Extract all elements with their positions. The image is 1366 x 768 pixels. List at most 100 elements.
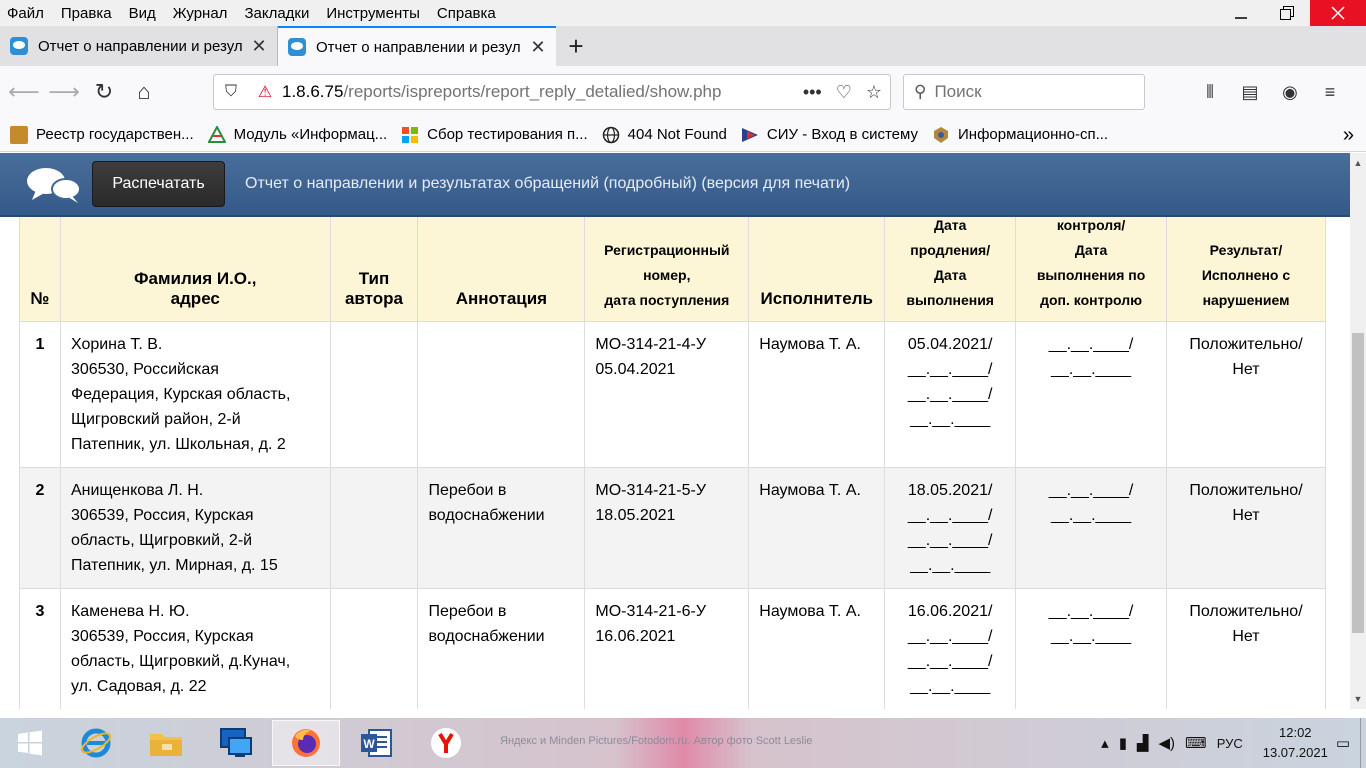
search-input[interactable]: ⚲ Поиск <box>903 74 1145 110</box>
cell-author-type <box>329 467 419 589</box>
bookmark-registry[interactable]: Реестр государствен... <box>10 125 194 144</box>
firefox-icon[interactable] <box>272 720 340 766</box>
yandex-browser-icon[interactable] <box>412 720 480 766</box>
pocket-icon[interactable]: ♡ <box>836 82 852 103</box>
windows-start-icon[interactable] <box>0 720 60 766</box>
bookmark-star-icon[interactable]: ☆ <box>866 82 882 103</box>
bookmark-module[interactable]: Модуль «Информац... <box>207 125 387 144</box>
sidebar-icon[interactable]: ▤ <box>1230 76 1270 108</box>
clock[interactable]: 12:02 13.07.2021 <box>1263 723 1328 763</box>
cell-author-type <box>329 588 419 709</box>
bookmark-label: СИУ - Вход в систему <box>766 126 919 143</box>
header-name: Фамилия И.О., адрес <box>59 217 331 322</box>
url-path: /reports/ispreports/report_reply_detalie… <box>343 82 722 101</box>
scroll-thumb[interactable] <box>1352 333 1364 633</box>
menu-help[interactable]: Справка <box>429 5 505 22</box>
shield-icon[interactable]: ⛉ <box>214 83 248 101</box>
tab-title: Отчет о направлении и резул <box>38 37 243 55</box>
report-content: № Фамилия И.О., адрес Тип автора Аннотация… <box>0 217 1350 709</box>
menu-file[interactable]: Файл <box>0 5 53 22</box>
scroll-up-icon[interactable]: ▲ <box>1350 155 1366 171</box>
close-tab-icon[interactable]: ✕ <box>249 36 269 57</box>
scroll-down-icon[interactable]: ▼ <box>1350 691 1366 707</box>
chat-bubbles-icon <box>27 168 81 203</box>
menu-view[interactable]: Вид <box>121 5 165 22</box>
bookmark-404[interactable]: 404 Not Found <box>602 126 727 144</box>
menu-history[interactable]: Журнал <box>165 5 237 22</box>
reload-icon[interactable]: ↻ <box>84 72 124 112</box>
bookmark-siu[interactable]: СИУ - Вход в систему <box>741 126 918 144</box>
insecure-lock-icon[interactable]: ⚠ <box>248 82 282 102</box>
bookmark-label: Сбор тестирования п... <box>427 126 588 143</box>
header-author-type: Тип автора <box>329 217 419 322</box>
home-icon[interactable]: ⌂ <box>124 72 164 112</box>
cell-dates: 05.04.2021/__.__.____/__.__.____/__.__._… <box>884 321 1017 468</box>
close-tab-icon[interactable]: ✕ <box>528 37 548 58</box>
internet-explorer-icon[interactable] <box>62 720 130 766</box>
back-arrow-icon[interactable]: ⟵ <box>4 72 44 112</box>
table-header-row: № Фамилия И.О., адрес Тип автора Аннотация… <box>19 217 1326 322</box>
remote-desktop-icon[interactable] <box>202 720 270 766</box>
cell-registration: МО-314-21-5-У 18.05.2021 <box>584 467 750 589</box>
table-row: 2 Анищенкова Л. Н. 306539, Россия, Курска… <box>19 467 1326 589</box>
url-actions: ••• ♡ ☆ <box>803 82 882 103</box>
menu-edit[interactable]: Правка <box>53 5 121 22</box>
chevron-overflow-icon[interactable]: » <box>1343 124 1354 147</box>
account-icon[interactable]: ◉ <box>1270 76 1310 108</box>
cell-control: __.__.____/__.__.____ <box>1015 467 1167 589</box>
restore-icon[interactable] <box>1264 0 1310 26</box>
cell-control: __.__.____/__.__.____ <box>1015 588 1167 709</box>
input-language[interactable]: РУС <box>1217 736 1243 751</box>
registry-icon <box>10 125 28 144</box>
header-executor: Исполнитель <box>748 217 886 322</box>
cell-registration: МО-314-21-4-У 05.04.2021 <box>584 321 750 468</box>
chevron-up-icon[interactable]: ▴ <box>1101 734 1109 752</box>
bookmark-collection[interactable]: Сбор тестирования п... <box>401 126 588 144</box>
module-icon <box>207 125 226 143</box>
cell-result: Положительно/Нет <box>1166 467 1326 589</box>
report-table: № Фамилия И.О., адрес Тип автора Аннотация… <box>19 217 1326 709</box>
page-title: Отчет о направлении и результатах обраще… <box>245 175 851 192</box>
cell-result: Положительно/Нет <box>1166 321 1326 468</box>
header-annotation: Аннотация <box>417 217 586 322</box>
tab-report-1[interactable]: Отчет о направлении и резул ✕ <box>0 26 278 66</box>
keyboard-icon[interactable]: ⌨ <box>1185 734 1207 752</box>
network-icon[interactable]: ▟ <box>1137 734 1149 752</box>
cell-registration: МО-314-21-6-У 16.06.2021 <box>584 588 750 709</box>
header-control: контроля/Дата выполнения по доп. контролю <box>1015 217 1167 322</box>
bookmark-label: Реестр государствен... <box>36 126 194 143</box>
vertical-scrollbar[interactable]: ▲ ▼ <box>1350 153 1366 709</box>
url-bar[interactable]: ⛉ ⚠ 1.8.6.75/reports/ispreports/report_r… <box>213 74 891 110</box>
window-controls <box>1218 0 1366 26</box>
close-window-icon[interactable] <box>1310 0 1366 26</box>
menu-tools[interactable]: Инструменты <box>318 5 429 22</box>
notification-icon[interactable]: ▭ <box>1336 734 1350 752</box>
show-desktop-button[interactable] <box>1360 718 1366 768</box>
hamburger-menu-icon[interactable]: ≡ <box>1310 76 1350 108</box>
tab-report-2[interactable]: Отчет о направлении и резул ✕ <box>278 26 556 66</box>
cell-num: 2 <box>19 467 61 589</box>
new-tab-icon[interactable]: + <box>556 26 596 66</box>
battery-icon[interactable]: ▮ <box>1119 734 1127 752</box>
more-actions-icon[interactable]: ••• <box>803 82 822 103</box>
toolbar-right: ⫴ ▤ ◉ ≡ <box>1190 76 1350 108</box>
minimize-icon[interactable] <box>1218 0 1264 26</box>
library-icon[interactable]: ⫴ <box>1190 76 1230 108</box>
chat-icon <box>10 37 28 55</box>
menu-bookmarks[interactable]: Закладки <box>236 5 318 22</box>
bookmark-info[interactable]: Информационно-сп... <box>932 126 1108 144</box>
search-icon: ⚲ <box>914 82 927 101</box>
cell-result: Положительно/Нет <box>1166 588 1326 709</box>
word-icon[interactable]: W <box>342 720 410 766</box>
bookmark-label: Информационно-сп... <box>958 126 1109 143</box>
chat-icon <box>288 38 306 56</box>
print-button[interactable]: Распечатать <box>92 161 225 207</box>
file-explorer-icon[interactable] <box>132 720 200 766</box>
url-host: 1.8.6.75 <box>282 82 344 101</box>
forward-arrow-icon[interactable]: ⟶ <box>44 72 84 112</box>
speaker-icon[interactable]: ◀) <box>1159 734 1176 752</box>
clock-time: 12:02 <box>1279 725 1312 740</box>
header-registration: Регистрационный номер, дата поступления <box>584 217 750 322</box>
bookmark-label: 404 Not Found <box>627 126 727 143</box>
table-row: 3 Каменева Н. Ю. 306539, Россия, Курская о… <box>19 588 1326 709</box>
